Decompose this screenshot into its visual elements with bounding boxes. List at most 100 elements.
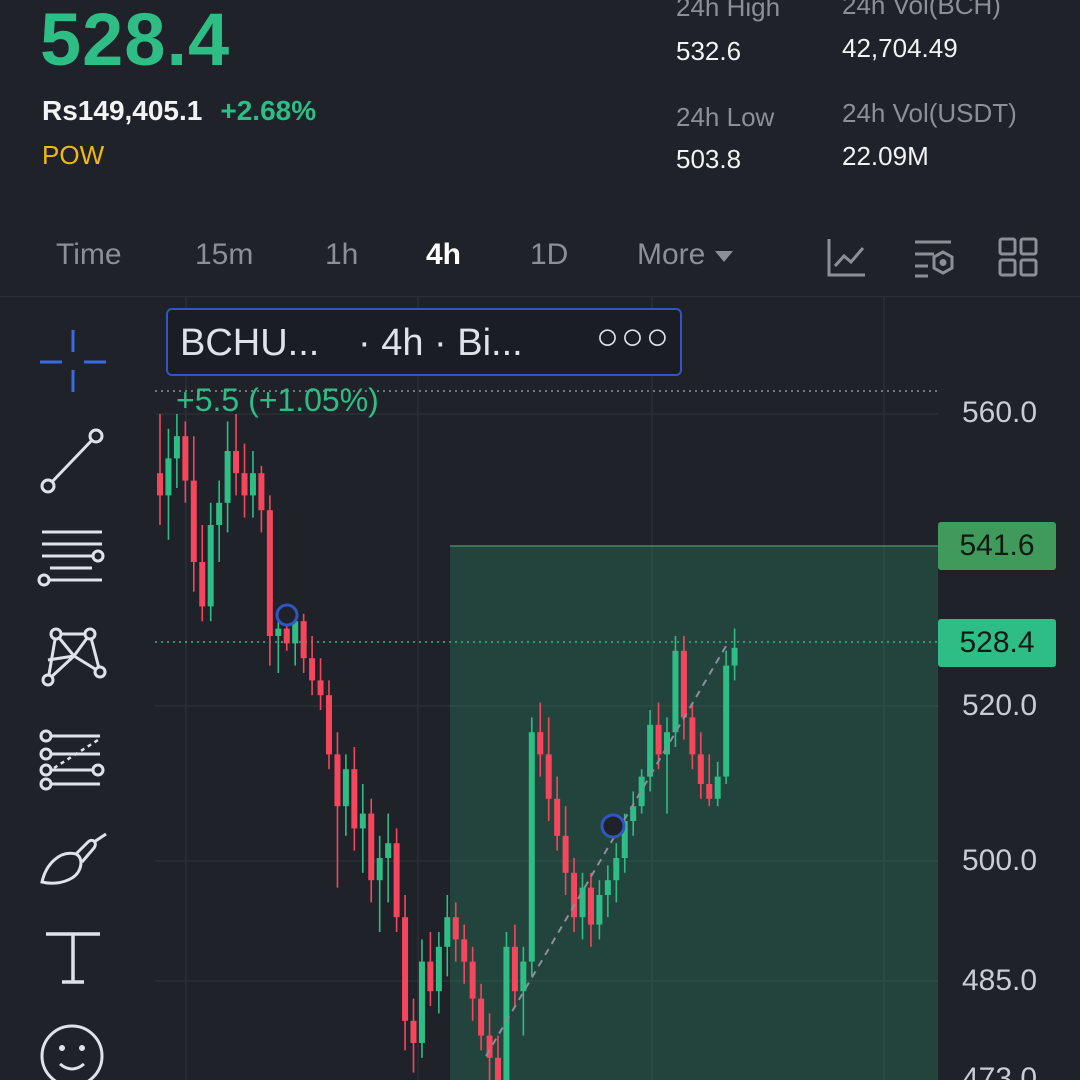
- vol-base-label: 24h Vol(BCH): [842, 0, 1001, 20]
- candle-body: [469, 961, 476, 999]
- candle-body: [283, 628, 290, 644]
- candle-body: [697, 754, 704, 784]
- candle-body: [249, 473, 256, 496]
- candle-body: [511, 946, 518, 992]
- horizontal-lines-icon[interactable]: [36, 522, 110, 592]
- trend-line-icon[interactable]: [36, 426, 110, 496]
- low-label: 24h Low: [676, 102, 775, 132]
- tab-15m[interactable]: 15m: [195, 238, 253, 272]
- candle-body: [418, 961, 425, 1043]
- candle-body: [258, 473, 265, 511]
- emoji-icon[interactable]: [36, 1020, 110, 1080]
- candle-body: [579, 887, 586, 918]
- candle-body: [495, 1057, 501, 1080]
- candle-body: [266, 510, 273, 636]
- symbol-name: BCHU...: [180, 322, 320, 364]
- candle-body: [376, 858, 383, 881]
- axis-label-560: 560.0: [962, 396, 1038, 429]
- vol-base-value: 42,704.49: [842, 33, 958, 63]
- candle-body: [503, 946, 510, 1080]
- tab-time[interactable]: Time: [56, 238, 122, 272]
- tab-1h[interactable]: 1h: [325, 238, 358, 272]
- candle-body: [182, 436, 189, 481]
- drawing-anchor-point: [275, 603, 299, 627]
- candle-body: [224, 451, 231, 503]
- candle-body: [368, 813, 375, 881]
- candlestick-chart[interactable]: [0, 296, 1080, 1080]
- drawing-anchor-point: [600, 813, 626, 839]
- last-price: 528.4: [40, 0, 231, 81]
- candle-body: [689, 717, 696, 755]
- change-percent: +2.68%: [220, 95, 317, 126]
- candle-body: [596, 895, 603, 925]
- candle-body: [342, 769, 349, 807]
- axis-label-473: 473.0: [962, 1062, 1038, 1080]
- tab-1d[interactable]: 1D: [530, 238, 568, 272]
- candle-body: [427, 961, 434, 992]
- candle-body: [190, 480, 197, 562]
- fiat-row: Rs149,405.1 +2.68%: [42, 95, 316, 127]
- candle-body: [334, 754, 341, 807]
- symbol-meta: · 4h · Bi...: [358, 322, 523, 364]
- candle-body: [402, 917, 409, 1021]
- axis-label-520: 520.0: [962, 689, 1038, 722]
- candle-body: [157, 473, 163, 496]
- legend-more-icon[interactable]: ○○○: [596, 316, 671, 359]
- vol-quote-label: 24h Vol(USDT): [842, 98, 1017, 128]
- candle-body: [326, 695, 332, 755]
- high-value: 532.6: [676, 36, 742, 66]
- consensus-tag[interactable]: POW: [42, 140, 104, 171]
- candle-body: [672, 650, 679, 733]
- candle-body: [714, 776, 721, 799]
- candle-body: [435, 946, 442, 992]
- last-price-tag: 528.4: [938, 619, 1056, 667]
- candle-body: [478, 998, 485, 1036]
- axis-label-500: 500.0: [962, 844, 1038, 877]
- low-value: 503.8: [676, 144, 742, 174]
- candle-body: [207, 525, 214, 607]
- candle-body: [393, 843, 400, 918]
- candle-body: [317, 680, 324, 696]
- crosshair-icon[interactable]: [36, 326, 110, 396]
- high-label: 24h High: [676, 0, 781, 22]
- candle-body: [554, 798, 561, 836]
- chart-settings-icon[interactable]: [912, 236, 954, 278]
- candle-body: [275, 628, 282, 636]
- candle-body: [199, 562, 206, 607]
- candle-body: [638, 776, 645, 807]
- brush-icon[interactable]: [36, 824, 110, 894]
- candle-change: +5.5 (+1.05%): [176, 382, 379, 418]
- fibonacci-icon[interactable]: [36, 724, 110, 794]
- candle-body: [351, 769, 358, 829]
- trading-screen: 528.4 Rs149,405.1 +2.68% POW 24h High 53…: [0, 0, 1080, 1080]
- candle-body: [300, 621, 307, 659]
- candle-body: [587, 887, 594, 925]
- candle-body: [680, 650, 687, 718]
- layout-grid-icon[interactable]: [997, 236, 1039, 278]
- symbol-legend[interactable]: BCHU... · 4h · Bi... ○○○: [166, 308, 682, 376]
- candle-body: [309, 658, 316, 681]
- candle-body: [216, 502, 223, 525]
- candle-body: [385, 843, 392, 858]
- candle-body: [233, 451, 240, 474]
- tab-4h[interactable]: 4h: [426, 238, 461, 272]
- text-icon[interactable]: [36, 924, 110, 994]
- candle-body: [452, 917, 459, 940]
- candle-body: [613, 858, 620, 881]
- candle-body: [655, 724, 662, 755]
- candle-body: [647, 724, 654, 777]
- candle-body: [562, 835, 569, 873]
- candle-body: [706, 784, 713, 799]
- chart-indicator-icon[interactable]: [826, 236, 868, 278]
- candle-body: [723, 665, 730, 777]
- vol-quote-value: 22.09M: [842, 141, 929, 171]
- position-price-tag[interactable]: 541.6: [938, 522, 1056, 570]
- candle-body: [165, 458, 172, 496]
- candle-body: [359, 813, 366, 829]
- candle-body: [545, 754, 552, 799]
- candle-body: [241, 473, 248, 496]
- candle-body: [571, 872, 578, 918]
- tab-more[interactable]: More: [637, 238, 734, 272]
- pattern-icon[interactable]: [36, 622, 110, 692]
- candle-body: [731, 647, 738, 666]
